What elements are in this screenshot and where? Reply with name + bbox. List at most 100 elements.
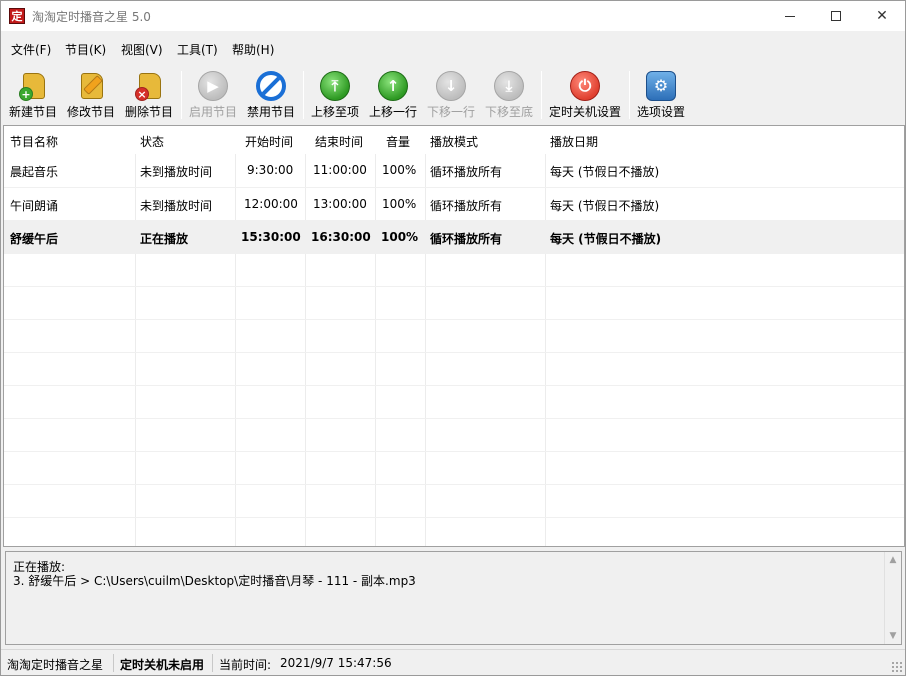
close-button[interactable]: ✕	[859, 1, 905, 31]
grid-line	[4, 418, 904, 419]
cell-status: 未到播放时间	[140, 165, 213, 179]
maximize-button[interactable]	[813, 1, 859, 31]
program-table: 节目名称 状态 开始时间 结束时间 音量 播放模式 播放日期 晨起音乐 未到播放…	[3, 125, 905, 547]
settings-icon: ⚙	[646, 71, 676, 101]
grid-line	[4, 253, 904, 254]
grid-line	[4, 352, 904, 353]
cell-date: 每天 (节假日不播放)	[550, 165, 660, 179]
delete-program-label: 删除节目	[124, 105, 173, 119]
status-time-label: 当前时间:	[219, 658, 272, 672]
menu-bar: 文件(F) 节目(K) 视图(V) 工具(T) 帮助(H)	[1, 37, 905, 59]
enable-program-button[interactable]: ▶ 启用节目	[185, 67, 241, 123]
cell-end: 11:00:00	[313, 163, 367, 177]
resize-grip-icon[interactable]	[891, 661, 903, 673]
edit-program-button[interactable]: 修改节目	[63, 67, 119, 123]
delete-icon: ×	[135, 87, 149, 101]
cell-mode: 循环播放所有	[430, 199, 503, 213]
toolbar-separator	[181, 71, 182, 119]
header-name[interactable]: 节目名称	[10, 133, 58, 150]
edit-program-label: 修改节目	[66, 105, 115, 119]
new-program-button[interactable]: + 新建节目	[5, 67, 61, 123]
menu-program[interactable]: 节目(K)	[65, 41, 106, 58]
add-icon: +	[19, 87, 33, 101]
header-start[interactable]: 开始时间	[245, 133, 293, 150]
scroll-down-icon[interactable]: ▼	[885, 628, 901, 644]
now-playing-panel[interactable]: 正在播放: 3. 舒缓午后 > C:\Users\cuilm\Desktop\定…	[5, 551, 902, 645]
toolbar: + 新建节目 修改节目 × 删除节目 ▶ 启用节目 禁用节目 ⤒ 上移至项 ↑ …	[1, 67, 905, 123]
status-current-time: 2021/9/7 15:47:56	[280, 656, 392, 670]
arrow-down-icon: ↓	[436, 71, 466, 101]
move-top-icon: ⤒	[320, 71, 350, 101]
cell-name: 晨起音乐	[10, 165, 59, 179]
power-icon: ⏻	[570, 71, 600, 101]
menu-view[interactable]: 视图(V)	[121, 41, 163, 58]
cell-start: 12:00:00	[244, 197, 298, 211]
cell-start: 9:30:00	[247, 163, 294, 177]
table-row[interactable]: 午间朗诵 未到播放时间 12:00:00 13:00:00 100% 循环播放所…	[4, 187, 904, 220]
menu-file[interactable]: 文件(F)	[11, 41, 51, 58]
cell-volume: 100%	[381, 230, 419, 244]
minimize-icon	[785, 16, 795, 17]
status-shutdown-state: 定时关机未启用	[120, 658, 205, 672]
move-down-button[interactable]: ↓ 下移一行	[423, 67, 479, 123]
move-top-button[interactable]: ⤒ 上移至项	[307, 67, 363, 123]
minimize-button[interactable]	[767, 1, 813, 31]
grid-line	[4, 451, 904, 452]
table-row-selected[interactable]: 舒缓午后 正在播放 15:30:00 16:30:00 100% 循环播放所有 …	[4, 220, 904, 253]
cell-mode: 循环播放所有	[430, 165, 503, 179]
disable-program-label: 禁用节目	[246, 105, 295, 119]
status-separator	[113, 654, 114, 672]
shutdown-settings-button[interactable]: ⏻ 定时关机设置	[545, 67, 625, 123]
new-program-label: 新建节目	[8, 105, 57, 119]
arrow-up-icon: ↑	[378, 71, 408, 101]
grid-line	[4, 385, 904, 386]
cell-start: 15:30:00	[241, 230, 301, 244]
status-bar: 淘淘定时播音之星 定时关机未启用 当前时间: 2021/9/7 15:47:56	[1, 649, 905, 675]
close-icon: ✕	[876, 8, 888, 24]
cell-volume: 100%	[382, 163, 417, 177]
status-separator	[212, 654, 213, 672]
grid-line	[4, 286, 904, 287]
now-playing-scrollbar[interactable]: ▲ ▼	[884, 552, 901, 644]
shutdown-settings-label: 定时关机设置	[548, 105, 621, 119]
cell-end: 16:30:00	[311, 230, 371, 244]
cell-volume: 100%	[382, 197, 417, 211]
enable-program-label: 启用节目	[188, 105, 237, 119]
move-bottom-label: 下移至底	[484, 105, 533, 119]
header-date[interactable]: 播放日期	[550, 133, 598, 150]
header-end[interactable]: 结束时间	[315, 133, 363, 150]
play-icon: ▶	[198, 71, 228, 101]
cell-mode: 循环播放所有	[430, 232, 503, 246]
now-playing-track: 3. 舒缓午后 > C:\Users\cuilm\Desktop\定时播音\月琴…	[13, 574, 416, 588]
grid-line	[4, 484, 904, 485]
header-mode[interactable]: 播放模式	[430, 133, 478, 150]
grid-line	[4, 517, 904, 518]
maximize-icon	[831, 11, 841, 21]
cell-name: 午间朗诵	[10, 199, 59, 213]
table-row[interactable]: 晨起音乐 未到播放时间 9:30:00 11:00:00 100% 循环播放所有…	[4, 154, 904, 187]
cell-status: 未到播放时间	[140, 199, 213, 213]
disable-program-button[interactable]: 禁用节目	[243, 67, 299, 123]
toolbar-separator	[541, 71, 542, 119]
header-volume[interactable]: 音量	[386, 133, 410, 150]
window-title: 淘淘定时播音之星 5.0	[32, 10, 151, 24]
menu-help[interactable]: 帮助(H)	[232, 41, 274, 58]
scroll-up-icon[interactable]: ▲	[885, 552, 901, 568]
options-button[interactable]: ⚙ 选项设置	[633, 67, 689, 123]
cell-date: 每天 (节假日不播放)	[550, 232, 662, 246]
cell-name: 舒缓午后	[10, 232, 59, 246]
header-status[interactable]: 状态	[140, 133, 164, 150]
move-bottom-icon: ⤓	[494, 71, 524, 101]
menu-tools[interactable]: 工具(T)	[177, 41, 218, 58]
app-icon: 定	[9, 8, 25, 24]
options-label: 选项设置	[636, 105, 685, 119]
move-bottom-button[interactable]: ⤓ 下移至底	[481, 67, 537, 123]
status-app-name: 淘淘定时播音之星	[7, 658, 104, 672]
move-up-button[interactable]: ↑ 上移一行	[365, 67, 421, 123]
cell-status: 正在播放	[140, 232, 189, 246]
title-bar: 定 淘淘定时播音之星 5.0 ✕	[1, 1, 905, 31]
move-up-label: 上移一行	[368, 105, 417, 119]
app-window: 定 淘淘定时播音之星 5.0 ✕ 文件(F) 节目(K) 视图(V) 工具(T)…	[0, 0, 906, 676]
delete-program-button[interactable]: × 删除节目	[121, 67, 177, 123]
table-header: 节目名称 状态 开始时间 结束时间 音量 播放模式 播放日期	[4, 126, 904, 154]
